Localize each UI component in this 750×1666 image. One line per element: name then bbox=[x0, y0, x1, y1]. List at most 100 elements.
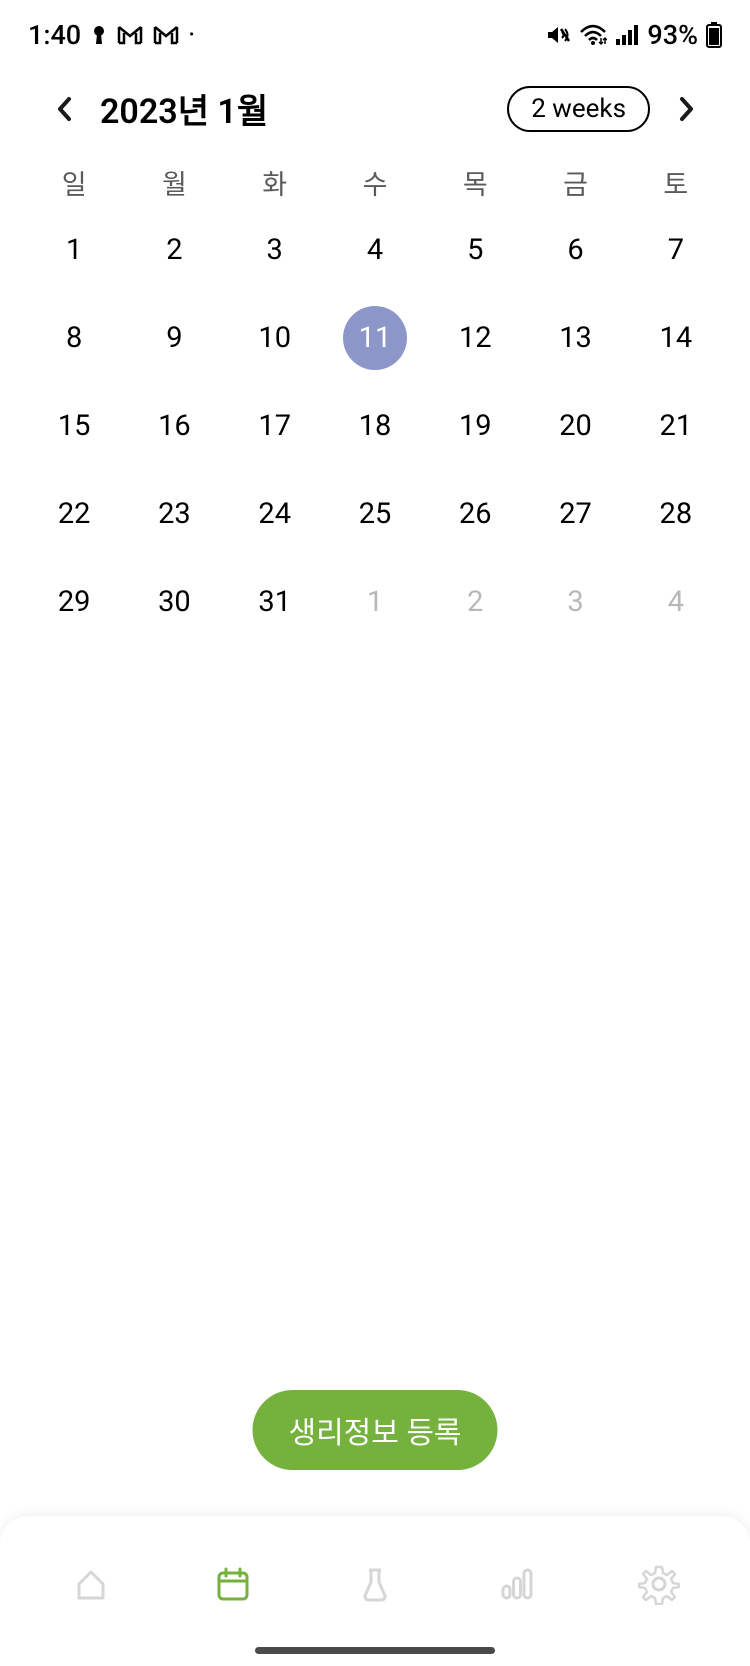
nav-lab[interactable] bbox=[335, 1544, 415, 1624]
day-cell[interactable]: 14 bbox=[626, 294, 726, 382]
day-cell[interactable]: 10 bbox=[225, 294, 325, 382]
day-number: 6 bbox=[567, 233, 583, 267]
day-number: 12 bbox=[459, 321, 492, 355]
day-number: 23 bbox=[158, 497, 191, 531]
view-toggle-button[interactable]: 2 weeks bbox=[507, 86, 650, 132]
weekday-label: 토 bbox=[626, 163, 726, 202]
day-cell[interactable]: 21 bbox=[626, 382, 726, 470]
day-number: 17 bbox=[258, 409, 291, 443]
day-number: 29 bbox=[58, 585, 91, 619]
day-number: 3 bbox=[567, 585, 583, 619]
next-month-button[interactable] bbox=[666, 89, 706, 129]
day-cell[interactable]: 2 bbox=[124, 206, 224, 294]
day-cell[interactable]: 4 bbox=[626, 558, 726, 646]
weekday-label: 화 bbox=[225, 163, 325, 202]
day-number: 19 bbox=[459, 409, 492, 443]
day-cell[interactable]: 20 bbox=[525, 382, 625, 470]
day-cell[interactable]: 31 bbox=[225, 558, 325, 646]
day-cell[interactable]: 29 bbox=[24, 558, 124, 646]
day-number: 31 bbox=[258, 585, 291, 619]
day-number: 25 bbox=[359, 497, 392, 531]
day-number: 24 bbox=[258, 497, 291, 531]
day-number: 2 bbox=[467, 585, 483, 619]
signal-icon bbox=[615, 25, 639, 45]
gmail-icon bbox=[117, 25, 143, 45]
day-number: 10 bbox=[258, 321, 291, 355]
wifi-icon bbox=[579, 24, 607, 46]
day-cell[interactable]: 2 bbox=[425, 558, 525, 646]
weekday-label: 금 bbox=[525, 163, 625, 202]
dot-icon: • bbox=[189, 27, 194, 43]
day-number: 27 bbox=[559, 497, 592, 531]
day-cell[interactable]: 7 bbox=[626, 206, 726, 294]
status-bar: 1:40 • 93% bbox=[0, 0, 750, 60]
day-cell[interactable]: 28 bbox=[626, 470, 726, 558]
day-cell[interactable]: 19 bbox=[425, 382, 525, 470]
day-cell[interactable]: 11 bbox=[325, 294, 425, 382]
day-number: 14 bbox=[660, 321, 693, 355]
status-left: 1:40 • bbox=[28, 19, 194, 51]
day-cell[interactable]: 26 bbox=[425, 470, 525, 558]
register-info-button[interactable]: 생리정보 등록 bbox=[252, 1390, 497, 1470]
nav-stats[interactable] bbox=[477, 1544, 557, 1624]
day-cell[interactable]: 30 bbox=[124, 558, 224, 646]
nav-settings[interactable] bbox=[619, 1544, 699, 1624]
day-cell[interactable]: 13 bbox=[525, 294, 625, 382]
day-number: 26 bbox=[459, 497, 492, 531]
day-cell[interactable]: 27 bbox=[525, 470, 625, 558]
calendar-grid: 1234567891011121314151617181920212223242… bbox=[0, 206, 750, 646]
bottom-nav bbox=[0, 1516, 750, 1666]
day-number: 8 bbox=[66, 321, 82, 355]
day-cell[interactable]: 5 bbox=[425, 206, 525, 294]
weekday-label: 수 bbox=[325, 163, 425, 202]
day-cell[interactable]: 18 bbox=[325, 382, 425, 470]
day-cell[interactable]: 9 bbox=[124, 294, 224, 382]
nav-home[interactable] bbox=[51, 1544, 131, 1624]
day-number: 20 bbox=[559, 409, 592, 443]
weekday-label: 일 bbox=[24, 163, 124, 202]
day-cell[interactable]: 24 bbox=[225, 470, 325, 558]
day-cell[interactable]: 12 bbox=[425, 294, 525, 382]
month-title: 2023년 1월 bbox=[100, 84, 268, 133]
weekday-label: 월 bbox=[124, 163, 224, 202]
day-number: 4 bbox=[367, 233, 383, 267]
day-cell[interactable]: 15 bbox=[24, 382, 124, 470]
day-number: 7 bbox=[668, 233, 684, 267]
mute-icon bbox=[545, 24, 571, 46]
day-number: 18 bbox=[359, 409, 392, 443]
day-cell[interactable]: 16 bbox=[124, 382, 224, 470]
day-cell[interactable]: 4 bbox=[325, 206, 425, 294]
day-number: 1 bbox=[66, 233, 82, 267]
day-cell[interactable]: 23 bbox=[124, 470, 224, 558]
weekday-label: 목 bbox=[425, 163, 525, 202]
day-number: 4 bbox=[668, 585, 684, 619]
day-cell[interactable]: 25 bbox=[325, 470, 425, 558]
day-number: 13 bbox=[559, 321, 592, 355]
day-number: 1 bbox=[367, 585, 383, 619]
day-number: 15 bbox=[58, 409, 91, 443]
day-cell[interactable]: 6 bbox=[525, 206, 625, 294]
status-time: 1:40 bbox=[28, 19, 81, 51]
day-cell[interactable]: 22 bbox=[24, 470, 124, 558]
day-cell[interactable]: 8 bbox=[24, 294, 124, 382]
prev-month-button[interactable] bbox=[44, 89, 84, 129]
battery-icon bbox=[706, 22, 722, 48]
day-number: 2 bbox=[166, 233, 182, 267]
day-number: 22 bbox=[58, 497, 91, 531]
calendar-header: 2023년 1월 2 weeks bbox=[0, 60, 750, 153]
day-number: 5 bbox=[467, 233, 483, 267]
day-number: 28 bbox=[660, 497, 693, 531]
day-cell[interactable]: 3 bbox=[525, 558, 625, 646]
keyhole-icon bbox=[91, 24, 107, 46]
day-number: 9 bbox=[166, 321, 182, 355]
day-number: 3 bbox=[267, 233, 283, 267]
gesture-bar[interactable] bbox=[255, 1647, 495, 1654]
battery-percent: 93% bbox=[647, 19, 698, 51]
nav-calendar[interactable] bbox=[193, 1544, 273, 1624]
day-cell[interactable]: 1 bbox=[24, 206, 124, 294]
day-cell[interactable]: 17 bbox=[225, 382, 325, 470]
day-cell[interactable]: 3 bbox=[225, 206, 325, 294]
day-number: 11 bbox=[343, 306, 407, 370]
day-cell[interactable]: 1 bbox=[325, 558, 425, 646]
weekday-row: 일월화수목금토 bbox=[0, 153, 750, 206]
